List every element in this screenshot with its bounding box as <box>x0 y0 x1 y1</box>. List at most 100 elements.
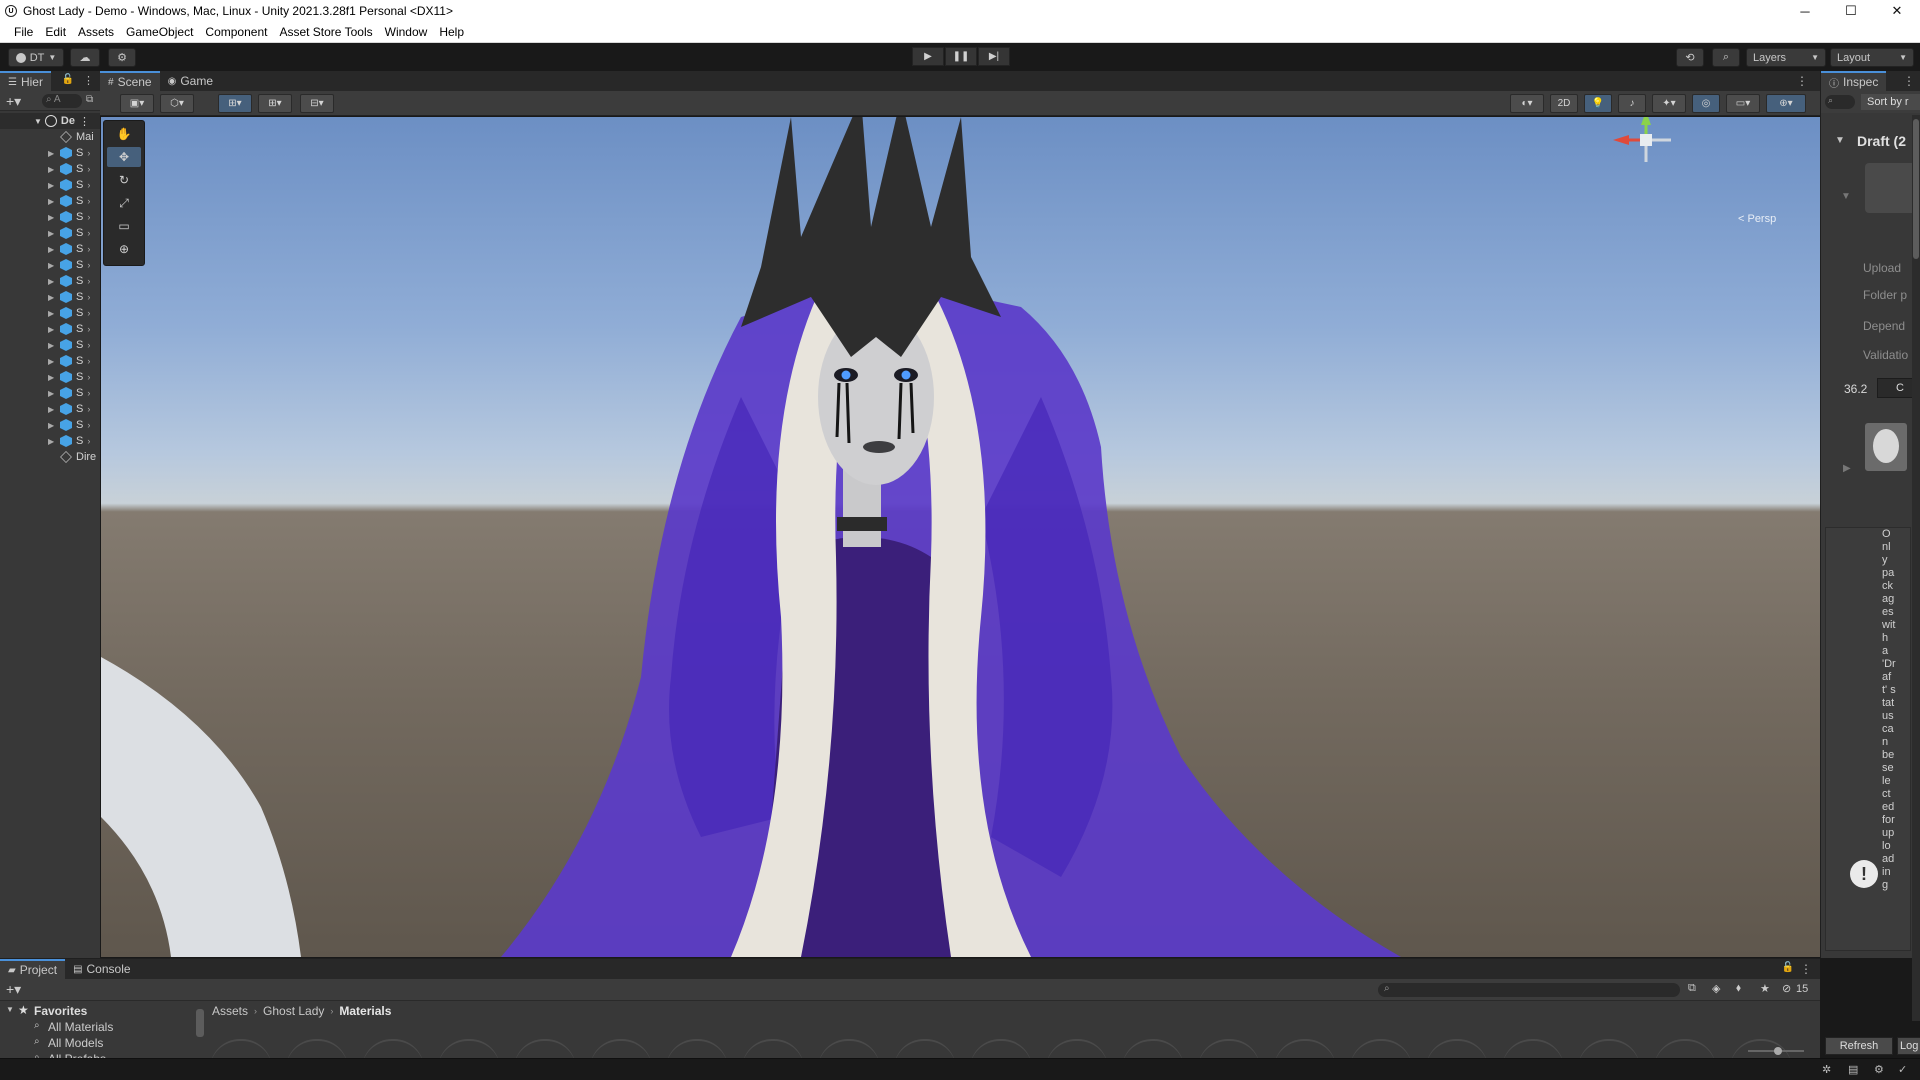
menu-file[interactable]: File <box>8 25 39 39</box>
more-icon[interactable]: ⋮ <box>1796 74 1808 88</box>
collab-button[interactable]: ⚙ <box>108 48 136 67</box>
hierarchy-search-input[interactable]: ⌕ A <box>42 94 82 108</box>
expand-arrow-icon[interactable]: ▶ <box>48 245 58 254</box>
debug-icon[interactable]: ✲ <box>1822 1063 1831 1076</box>
chevron-right-icon[interactable]: › <box>87 356 90 366</box>
hierarchy-row[interactable]: ▶ S › <box>0 321 100 337</box>
expand-arrow-icon[interactable]: ▶ <box>48 421 58 430</box>
hierarchy-row[interactable]: ▶ S › <box>0 289 100 305</box>
chevron-right-icon[interactable]: › <box>87 292 90 302</box>
menu-asset-store-tools[interactable]: Asset Store Tools <box>273 25 378 39</box>
chevron-right-icon[interactable]: › <box>87 260 90 270</box>
mode-2d-toggle[interactable]: 2D <box>1550 94 1578 113</box>
filter-icon[interactable]: ⧉ <box>86 94 93 105</box>
favorites-label[interactable]: Favorites <box>34 1004 87 1018</box>
add-icon[interactable]: +▾ <box>6 981 21 998</box>
chevron-right-icon[interactable]: › <box>87 276 90 286</box>
minimize-button[interactable]: ─ <box>1782 0 1828 22</box>
favorite-all-materials[interactable]: All Materials <box>48 1020 113 1034</box>
expand-arrow-icon[interactable]: ▶ <box>48 357 58 366</box>
favorite-all-models[interactable]: All Models <box>48 1036 103 1050</box>
hierarchy-row[interactable]: Mai <box>0 129 100 145</box>
slider-handle[interactable] <box>1774 1047 1782 1055</box>
menu-gameobject[interactable]: GameObject <box>120 25 199 39</box>
history-button[interactable]: ⟲ <box>1676 48 1704 67</box>
inspector-scrollbar[interactable] <box>1912 115 1920 1021</box>
hierarchy-row[interactable]: ▶ S › <box>0 353 100 369</box>
chevron-right-icon[interactable]: › <box>87 164 90 174</box>
expand-arrow-icon[interactable]: ▶ <box>48 373 58 382</box>
add-icon[interactable]: +▾ <box>6 93 21 110</box>
chevron-right-icon[interactable]: › <box>87 212 90 222</box>
breadcrumb-ghost-lady[interactable]: Ghost Lady <box>263 1004 324 1018</box>
shading-mode-dropdown[interactable]: ◐▾ <box>1510 94 1544 113</box>
expand-arrow-icon[interactable]: ▶ <box>48 293 58 302</box>
chevron-right-icon[interactable]: › <box>87 244 90 254</box>
chevron-right-icon[interactable]: › <box>87 340 90 350</box>
gizmos-dropdown[interactable]: ⊕▾ <box>1766 94 1806 113</box>
menu-assets[interactable]: Assets <box>72 25 120 39</box>
inspector-search-input[interactable]: ⌕ <box>1825 95 1855 109</box>
refresh-button[interactable]: Refresh <box>1825 1037 1893 1055</box>
expand-arrow-icon[interactable]: ▶ <box>48 165 58 174</box>
hidden-objects-toggle[interactable]: ◎ <box>1692 94 1720 113</box>
draw-mode-dropdown[interactable]: ▣▾ <box>120 94 154 113</box>
more-icon[interactable]: ⋮ <box>1800 962 1812 976</box>
chevron-right-icon[interactable]: › <box>87 228 90 238</box>
scrollbar-thumb[interactable] <box>1913 119 1919 259</box>
tab-game[interactable]: ◉ Game <box>160 71 221 91</box>
expand-arrow-icon[interactable]: ▶ <box>48 325 58 334</box>
sort-dropdown[interactable]: Sort by r <box>1861 94 1920 110</box>
expand-arrow-icon[interactable]: ▶ <box>48 277 58 286</box>
hierarchy-row[interactable]: ▶ S › <box>0 273 100 289</box>
hidden-packages-icon[interactable]: ⊘ <box>1782 982 1791 995</box>
menu-component[interactable]: Component <box>199 25 273 39</box>
hierarchy-row[interactable]: ▶ S › <box>0 177 100 193</box>
thumbnail-size-slider[interactable] <box>1748 1047 1804 1055</box>
scale-tool-button[interactable]: ⤢ <box>107 193 141 213</box>
sidebar-scrollbar[interactable] <box>196 1001 204 1061</box>
perspective-label[interactable]: < Persp <box>1738 213 1776 225</box>
lock-icon[interactable]: 🔓 <box>62 74 74 85</box>
collapse-arrow-icon[interactable]: ▼ <box>1835 135 1845 146</box>
hierarchy-row[interactable]: ▶ S › <box>0 305 100 321</box>
label-icon[interactable]: ⬧ <box>1736 982 1741 995</box>
tab-scene[interactable]: # Scene <box>100 71 160 91</box>
expand-arrow-icon[interactable]: ▼ <box>6 1005 14 1014</box>
chevron-right-icon[interactable]: › <box>87 308 90 318</box>
tab-console[interactable]: ▤ Console <box>65 959 138 979</box>
lock-icon[interactable]: 🔓 <box>1782 962 1794 973</box>
chevron-right-icon[interactable]: › <box>87 420 90 430</box>
search-by-label-icon[interactable]: ◈ <box>1712 982 1720 995</box>
tab-hierarchy[interactable]: ☰ Hier <box>0 71 51 91</box>
chevron-right-icon[interactable]: › <box>87 372 90 382</box>
breadcrumb-assets[interactable]: Assets <box>212 1004 248 1018</box>
more-icon[interactable]: ⋮ <box>79 115 90 128</box>
network-icon[interactable]: ⚙ <box>1874 1063 1884 1076</box>
hierarchy-row[interactable]: ▶ S › <box>0 401 100 417</box>
menu-window[interactable]: Window <box>379 25 434 39</box>
expand-arrow-icon[interactable]: ▶ <box>48 389 58 398</box>
audio-toggle[interactable]: ♪ <box>1618 94 1646 113</box>
hierarchy-row[interactable]: ▶ S › <box>0 145 100 161</box>
hand-tool-button[interactable]: ✋ <box>107 124 141 144</box>
more-icon[interactable]: ⋮ <box>1903 74 1915 88</box>
hierarchy-row[interactable]: ▶ S › <box>0 209 100 225</box>
snap-toggle[interactable]: ⊞▾ <box>218 94 252 113</box>
step-button[interactable]: ▶| <box>978 47 1010 66</box>
chevron-right-icon[interactable]: › <box>87 148 90 158</box>
play-button[interactable]: ▶ <box>912 47 944 66</box>
hierarchy-row[interactable]: ▶ S › <box>0 369 100 385</box>
layers-dropdown[interactable]: Layers ▼ <box>1746 48 1826 67</box>
hierarchy-row[interactable]: ▶ S › <box>0 225 100 241</box>
expand-arrow-icon[interactable]: ▶ <box>1843 463 1851 474</box>
tab-project[interactable]: ▰ Project <box>0 959 66 979</box>
expand-arrow-icon[interactable]: ▶ <box>48 341 58 350</box>
tab-inspector[interactable]: ⓘ Inspec <box>1821 71 1887 91</box>
move-tool-button[interactable]: ✥ <box>107 147 141 167</box>
effects-dropdown[interactable]: ✦▾ <box>1652 94 1686 113</box>
account-dropdown[interactable]: DT ▼ <box>8 48 64 67</box>
hierarchy-row[interactable]: Dire <box>0 449 100 465</box>
chevron-right-icon[interactable]: › <box>87 436 90 446</box>
layout-dropdown[interactable]: Layout ▼ <box>1830 48 1914 67</box>
